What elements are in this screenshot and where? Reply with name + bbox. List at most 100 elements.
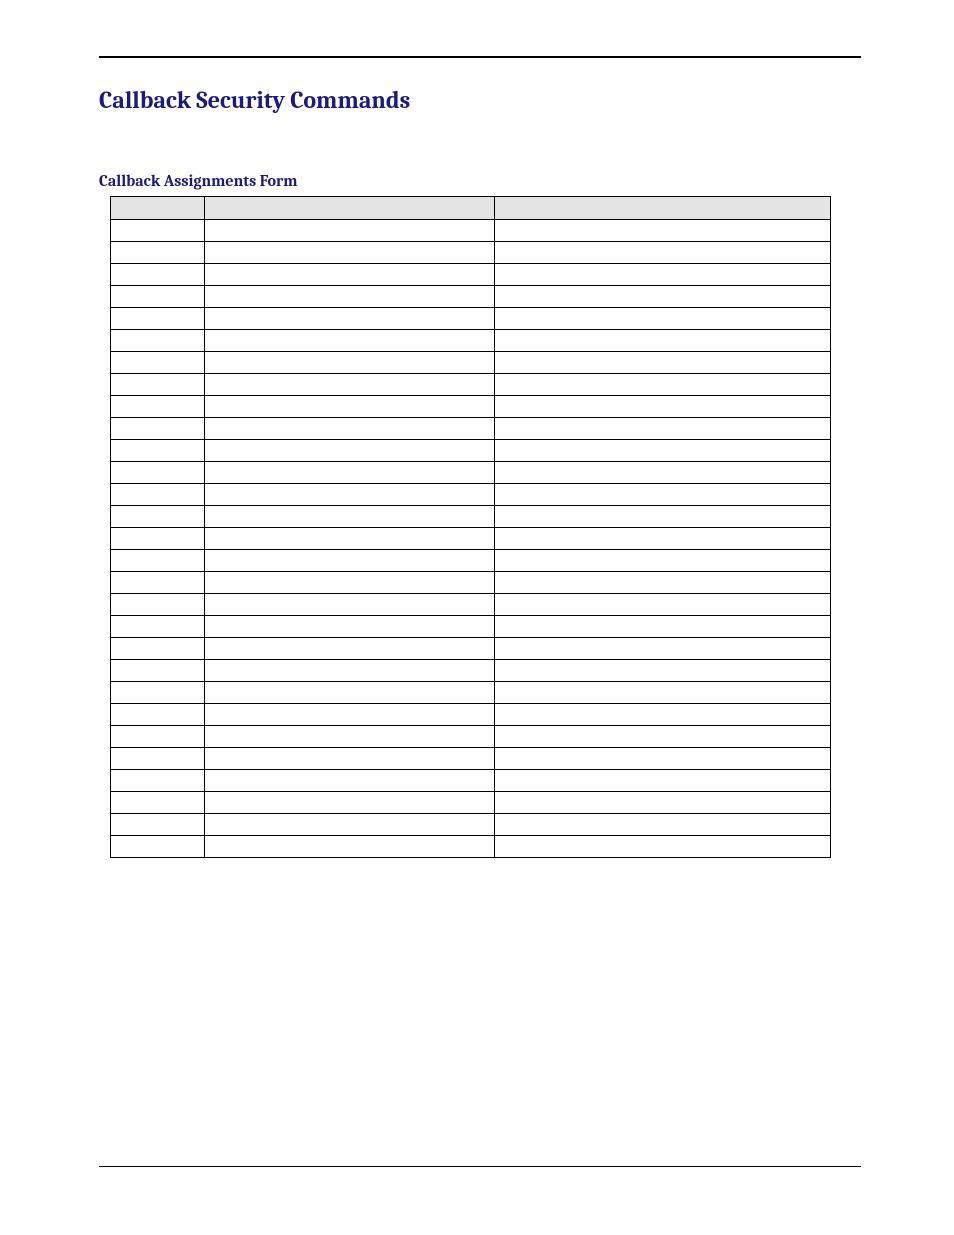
- table-row: [111, 374, 831, 396]
- table-cell: [204, 748, 495, 770]
- table-body: [111, 220, 831, 858]
- document-page: Callback Security Commands Callback Assi…: [0, 0, 954, 1235]
- table-cell: [111, 528, 205, 550]
- table-row: [111, 836, 831, 858]
- table-row: [111, 330, 831, 352]
- table-row: [111, 242, 831, 264]
- table-cell: [111, 396, 205, 418]
- table-cell: [111, 506, 205, 528]
- table-cell: [111, 748, 205, 770]
- table-cell: [111, 308, 205, 330]
- table-cell: [204, 638, 495, 660]
- table-cell: [495, 836, 831, 858]
- table-row: [111, 220, 831, 242]
- table-row: [111, 418, 831, 440]
- page-title: Callback Security Commands: [99, 86, 861, 114]
- table-row: [111, 352, 831, 374]
- table-header-row: [111, 197, 831, 220]
- table-cell: [111, 462, 205, 484]
- table-cell: [495, 462, 831, 484]
- table-cell: [111, 682, 205, 704]
- table-cell: [204, 594, 495, 616]
- table-cell: [204, 660, 495, 682]
- table-row: [111, 550, 831, 572]
- table-cell: [495, 770, 831, 792]
- table-cell: [495, 572, 831, 594]
- table-cell: [111, 264, 205, 286]
- table-cell: [495, 528, 831, 550]
- table-cell: [204, 726, 495, 748]
- table-cell: [495, 286, 831, 308]
- table-row: [111, 264, 831, 286]
- table-cell: [204, 330, 495, 352]
- table-cell: [111, 418, 205, 440]
- table-cell: [204, 506, 495, 528]
- table-cell: [204, 308, 495, 330]
- table-row: [111, 748, 831, 770]
- table-cell: [204, 770, 495, 792]
- table-row: [111, 616, 831, 638]
- table-cell: [204, 484, 495, 506]
- table-cell: [204, 374, 495, 396]
- table-cell: [111, 836, 205, 858]
- table-cell: [204, 528, 495, 550]
- table-row: [111, 286, 831, 308]
- table-row: [111, 770, 831, 792]
- table-cell: [111, 220, 205, 242]
- table-cell: [495, 506, 831, 528]
- table-cell: [495, 418, 831, 440]
- table-cell: [495, 616, 831, 638]
- table-cell: [495, 374, 831, 396]
- table-cell: [495, 660, 831, 682]
- table-cell: [204, 836, 495, 858]
- table-cell: [204, 418, 495, 440]
- table-cell: [204, 286, 495, 308]
- table-row: [111, 462, 831, 484]
- table-cell: [111, 484, 205, 506]
- table-cell: [111, 330, 205, 352]
- table-cell: [204, 550, 495, 572]
- table-cell: [204, 814, 495, 836]
- table-row: [111, 792, 831, 814]
- table-header-cell: [495, 197, 831, 220]
- table-cell: [111, 550, 205, 572]
- table-row: [111, 506, 831, 528]
- table-header-cell: [111, 197, 205, 220]
- table-cell: [111, 814, 205, 836]
- table-cell: [111, 704, 205, 726]
- table-cell: [204, 462, 495, 484]
- callback-assignments-table: [110, 196, 831, 858]
- table-cell: [111, 352, 205, 374]
- table-cell: [495, 682, 831, 704]
- table-cell: [111, 242, 205, 264]
- table-row: [111, 572, 831, 594]
- table-cell: [111, 440, 205, 462]
- table-cell: [204, 682, 495, 704]
- table-cell: [204, 792, 495, 814]
- table-cell: [495, 308, 831, 330]
- table-header-cell: [204, 197, 495, 220]
- page-content: Callback Security Commands Callback Assi…: [99, 80, 861, 858]
- table-cell: [111, 616, 205, 638]
- table-cell: [495, 814, 831, 836]
- header-rule: [99, 56, 861, 58]
- table-row: [111, 638, 831, 660]
- table-cell: [111, 286, 205, 308]
- table-row: [111, 396, 831, 418]
- table-cell: [111, 770, 205, 792]
- table-cell: [495, 704, 831, 726]
- table-cell: [495, 352, 831, 374]
- table-row: [111, 814, 831, 836]
- table-row: [111, 528, 831, 550]
- table-cell: [111, 660, 205, 682]
- table-row: [111, 682, 831, 704]
- section-title: Callback Assignments Form: [99, 172, 861, 190]
- footer-rule: [99, 1166, 861, 1167]
- table-cell: [204, 220, 495, 242]
- table-cell: [495, 242, 831, 264]
- table-row: [111, 660, 831, 682]
- table-cell: [495, 550, 831, 572]
- table-cell: [204, 572, 495, 594]
- table-cell: [495, 484, 831, 506]
- table-cell: [495, 638, 831, 660]
